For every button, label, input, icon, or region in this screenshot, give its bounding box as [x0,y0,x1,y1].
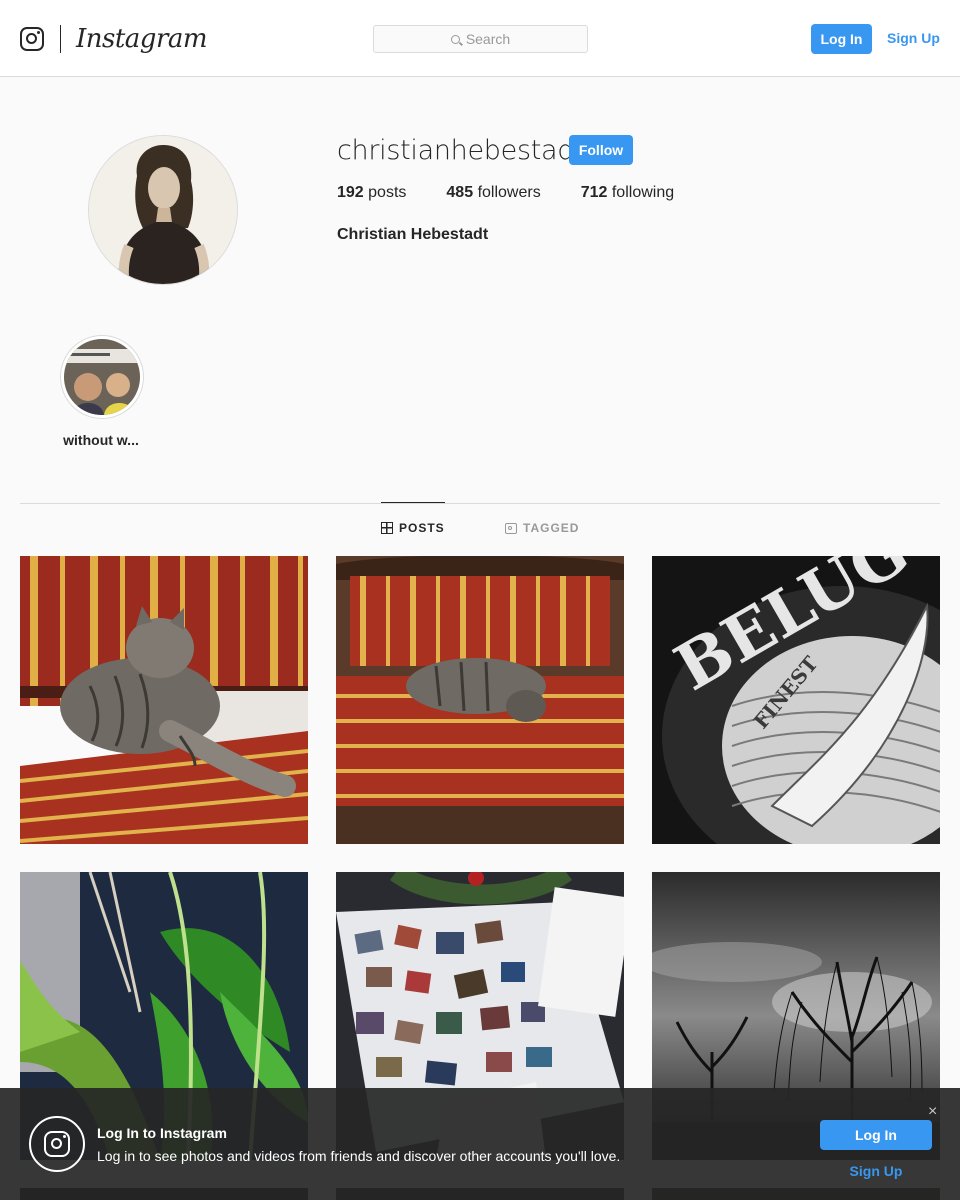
search-icon [450,34,460,44]
tagged-icon [505,522,517,534]
profile-avatar [88,135,238,285]
post-thumbnail[interactable] [20,556,308,844]
profile-username: christianhebestadt [337,135,585,166]
banner-signup-link[interactable]: Sign Up [820,1163,932,1179]
tab-posts[interactable]: POSTS [381,521,445,535]
instagram-glyph-icon [29,1116,85,1172]
tab-tagged[interactable]: TAGGED [505,521,579,535]
post-thumbnail[interactable] [336,556,624,844]
header-signup-link[interactable]: Sign Up [887,30,940,46]
header-login-button[interactable]: Log In [811,24,872,54]
search-placeholder: Search [465,31,511,47]
tab-tagged-label: TAGGED [523,521,580,535]
active-tab-indicator [381,502,445,503]
grid-icon [381,522,393,534]
search-input[interactable]: Search [373,25,588,53]
logo-divider [60,25,61,53]
follow-button[interactable]: Follow [569,135,633,165]
story-highlight[interactable] [60,335,144,419]
stat-posts: 192 posts [337,184,407,201]
banner-title: Log In to Instagram [97,1125,227,1141]
post-thumbnail[interactable]: BELUG FINEST [652,556,940,844]
stat-following[interactable]: 712 following [581,184,674,202]
highlight-label[interactable]: without w... [40,432,162,448]
banner-login-button[interactable]: Log In [820,1120,932,1150]
stat-followers[interactable]: 485 followers [446,184,540,202]
highlight-cover-image [64,339,140,415]
profile-full-name: Christian Hebestadt [337,226,489,243]
top-nav-bar: Instagram Search Log In Sign Up [0,0,960,77]
profile-stats: 192 posts 485 followers 712 following [337,184,674,202]
tab-posts-label: POSTS [399,521,445,535]
banner-text: Log in to see photos and videos from fri… [97,1148,621,1164]
instagram-glyph-icon[interactable] [20,27,44,51]
instagram-wordmark-logo[interactable]: Instagram [76,24,208,54]
close-icon[interactable]: × [928,1104,937,1120]
tabs-divider [20,503,940,504]
login-banner: Log In to Instagram Log in to see photos… [0,1088,960,1200]
